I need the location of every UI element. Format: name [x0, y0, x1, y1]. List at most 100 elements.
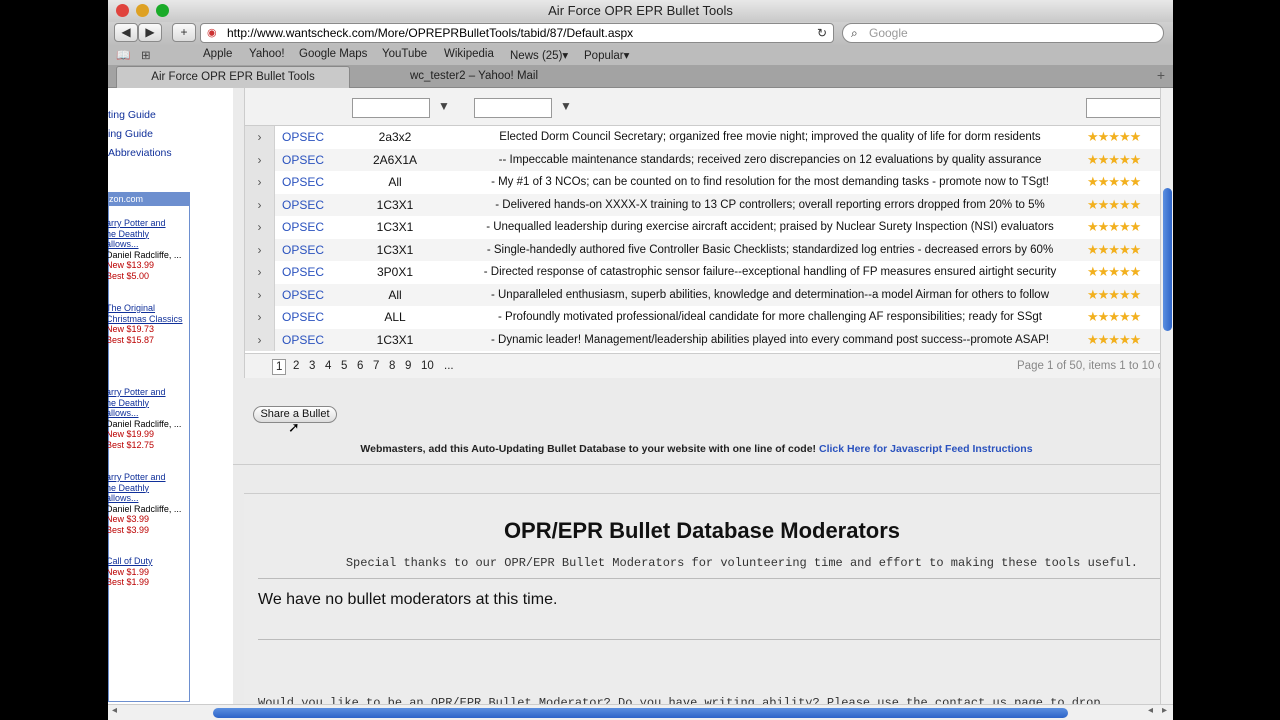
- table-row[interactable]: › OPSEC 1C3X1 - Single-handedly authored fi…: [245, 238, 1160, 262]
- tab-yahoo-mail[interactable]: wc_tester2 – Yahoo! Mail: [354, 66, 594, 88]
- expand-row-icon[interactable]: ›: [245, 238, 275, 261]
- page-link[interactable]: 6: [357, 354, 363, 379]
- page-link[interactable]: 3: [309, 354, 315, 379]
- product-title[interactable]: allows...: [108, 239, 181, 250]
- expand-row-icon[interactable]: ›: [245, 148, 275, 171]
- expand-row-icon[interactable]: ›: [245, 306, 275, 329]
- bookmark-yahoo[interactable]: Yahoo!: [249, 48, 285, 60]
- amazon-product[interactable]: The Original Christmas Classics New $19.73…: [108, 303, 183, 345]
- new-tab-icon[interactable]: +: [1157, 67, 1165, 83]
- rating-stars[interactable]: ★★★★★: [1087, 126, 1141, 149]
- scroll-left-icon[interactable]: ◂: [112, 705, 117, 716]
- bookmark-google-maps[interactable]: Google Maps: [299, 48, 367, 60]
- amazon-product[interactable]: Call of Duty New $1.99 Best $1.99: [108, 556, 153, 588]
- table-row[interactable]: › OPSEC All - My #1 of 3 NCOs; can be count…: [245, 171, 1160, 194]
- rating-stars[interactable]: ★★★★★: [1087, 194, 1141, 217]
- sidebar-link-abbreviations[interactable]: Abbreviations: [108, 147, 172, 159]
- page-link[interactable]: ...: [444, 354, 454, 379]
- product-title[interactable]: arry Potter and: [108, 472, 181, 483]
- product-title[interactable]: he Deathly: [108, 229, 181, 240]
- product-title[interactable]: he Deathly: [108, 398, 181, 409]
- category-cell[interactable]: OPSEC: [282, 149, 324, 172]
- afsc-filter-input[interactable]: [352, 98, 430, 118]
- bookmark-news[interactable]: News (25)▾: [510, 48, 568, 62]
- scroll-right-icon[interactable]: ▸: [1162, 705, 1167, 716]
- category-cell[interactable]: OPSEC: [282, 284, 324, 307]
- rating-stars[interactable]: ★★★★★: [1087, 239, 1141, 262]
- amazon-product[interactable]: arry Potter and he Deathly allows... Daniel…: [108, 387, 181, 450]
- product-title[interactable]: Christmas Classics: [108, 314, 183, 325]
- bookmark-youtube[interactable]: YouTube: [382, 48, 427, 60]
- page-link[interactable]: 7: [373, 354, 379, 379]
- page-link[interactable]: 8: [389, 354, 395, 379]
- close-window-icon[interactable]: [116, 4, 129, 17]
- table-row[interactable]: › OPSEC 2a3x2 Elected Dorm Council Secretar…: [245, 126, 1160, 149]
- rating-filter-input[interactable]: [1086, 98, 1160, 118]
- minimize-window-icon[interactable]: [136, 4, 149, 17]
- search-field[interactable]: ⌕ Google: [842, 23, 1164, 43]
- address-bar[interactable]: ◉ http://www.wantscheck.com/More/OPREPRB…: [200, 23, 834, 43]
- page-link[interactable]: 5: [341, 354, 347, 379]
- javascript-feed-link[interactable]: Click Here for Javascript Feed Instructi…: [819, 443, 1033, 455]
- afsc-filter-icon[interactable]: ▼: [438, 99, 450, 113]
- bookmark-apple[interactable]: Apple: [203, 48, 232, 60]
- horizontal-scroll-thumb[interactable]: [213, 708, 1068, 718]
- horizontal-scrollbar[interactable]: ◂ ◂ ▸: [108, 704, 1173, 720]
- table-row[interactable]: › OPSEC All - Unparalleled enthusiasm, supe…: [245, 283, 1160, 307]
- expand-row-icon[interactable]: ›: [245, 171, 275, 194]
- bookmark-wikipedia[interactable]: Wikipedia: [444, 48, 494, 60]
- category-cell[interactable]: OPSEC: [282, 194, 324, 217]
- page-link[interactable]: 2: [293, 354, 299, 379]
- rating-stars[interactable]: ★★★★★: [1087, 216, 1141, 239]
- bullet-filter-input[interactable]: [474, 98, 552, 118]
- table-row[interactable]: › OPSEC 2A6X1A -- Impeccable maintenance st…: [245, 148, 1160, 172]
- sidebar-link-writing-guide[interactable]: ting Guide: [108, 109, 156, 121]
- expand-row-icon[interactable]: ›: [245, 193, 275, 216]
- add-bookmark-button[interactable]: +: [172, 23, 196, 42]
- category-cell[interactable]: OPSEC: [282, 216, 324, 239]
- rating-stars[interactable]: ★★★★★: [1087, 284, 1141, 307]
- page-link[interactable]: 4: [325, 354, 331, 379]
- rating-stars[interactable]: ★★★★★: [1087, 306, 1141, 329]
- rating-stars[interactable]: ★★★★★: [1087, 329, 1141, 352]
- rating-stars[interactable]: ★★★★★: [1087, 171, 1141, 194]
- zoom-window-icon[interactable]: [156, 4, 169, 17]
- sidebar-link-rating-guide[interactable]: ing Guide: [108, 128, 153, 140]
- reload-icon[interactable]: ↻: [817, 24, 827, 42]
- category-cell[interactable]: OPSEC: [282, 171, 324, 194]
- table-row[interactable]: › OPSEC 3P0X1 - Directed response of catast…: [245, 261, 1160, 284]
- expand-row-icon[interactable]: ›: [245, 328, 275, 351]
- table-row[interactable]: › OPSEC 1C3X1 - Delivered hands-on XXXX-X t…: [245, 193, 1160, 217]
- bookmarks-book-icon[interactable]: 📖: [116, 48, 130, 62]
- product-title[interactable]: The Original: [108, 303, 183, 314]
- product-title[interactable]: he Deathly: [108, 483, 181, 494]
- expand-row-icon[interactable]: ›: [245, 126, 275, 149]
- category-cell[interactable]: OPSEC: [282, 329, 324, 352]
- page-link[interactable]: 1: [272, 359, 287, 375]
- category-cell[interactable]: OPSEC: [282, 126, 324, 149]
- rating-stars[interactable]: ★★★★★: [1087, 149, 1141, 172]
- rating-stars[interactable]: ★★★★★: [1087, 261, 1141, 284]
- table-row[interactable]: › OPSEC 1C3X1 - Dynamic leader! Management/…: [245, 328, 1160, 352]
- product-title[interactable]: Call of Duty: [108, 556, 153, 567]
- table-row[interactable]: › OPSEC ALL - Profoundly motivated professi…: [245, 306, 1160, 329]
- scroll-left-icon[interactable]: ◂: [1148, 705, 1153, 716]
- category-cell[interactable]: OPSEC: [282, 239, 324, 262]
- forward-button[interactable]: ▶: [138, 23, 162, 42]
- product-title[interactable]: arry Potter and: [108, 387, 181, 398]
- product-title[interactable]: arry Potter and: [108, 218, 181, 229]
- vertical-scrollbar[interactable]: [1160, 88, 1173, 704]
- page-link[interactable]: 10: [421, 354, 434, 379]
- amazon-product[interactable]: arry Potter and he Deathly allows... Daniel…: [108, 472, 181, 535]
- product-title[interactable]: allows...: [108, 493, 181, 504]
- amazon-product[interactable]: arry Potter and he Deathly allows... Daniel…: [108, 218, 181, 281]
- bookmarks-grid-icon[interactable]: ⊞: [141, 48, 151, 62]
- category-cell[interactable]: OPSEC: [282, 306, 324, 329]
- expand-row-icon[interactable]: ›: [245, 283, 275, 306]
- table-row[interactable]: › OPSEC 1C3X1 - Unequalled leadership durin…: [245, 216, 1160, 239]
- expand-row-icon[interactable]: ›: [245, 261, 275, 284]
- product-title[interactable]: allows...: [108, 408, 181, 419]
- bookmark-popular[interactable]: Popular▾: [584, 48, 629, 62]
- expand-row-icon[interactable]: ›: [245, 216, 275, 239]
- vertical-scroll-thumb[interactable]: [1163, 188, 1172, 331]
